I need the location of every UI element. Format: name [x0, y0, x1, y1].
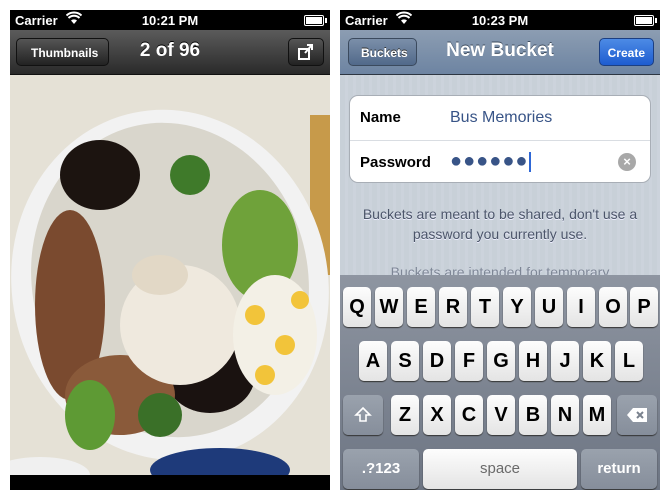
name-label: Name [360, 109, 401, 126]
form-content: Name Bus Memories Password ●●●●●● × Buck… [340, 75, 660, 280]
key-k[interactable]: K [583, 341, 611, 381]
key-e[interactable]: E [407, 287, 435, 327]
password-label: Password [360, 154, 431, 171]
return-key[interactable]: return [581, 449, 657, 489]
password-mask: ●●●●●● [450, 150, 529, 172]
clear-icon[interactable]: × [618, 153, 636, 171]
navigation-bar: Buckets New Bucket Create [340, 30, 660, 75]
name-row[interactable]: Name Bus Memories [350, 96, 650, 139]
key-j[interactable]: J [551, 341, 579, 381]
key-s[interactable]: S [391, 341, 419, 381]
password-field[interactable]: ●●●●●● [450, 150, 532, 173]
key-v[interactable]: V [487, 395, 515, 435]
key-i[interactable]: I [567, 287, 595, 327]
password-row[interactable]: Password ●●●●●● × [350, 140, 650, 184]
battery-icon [304, 15, 327, 26]
delete-icon [627, 408, 647, 422]
key-m[interactable]: M [583, 395, 611, 435]
key-h[interactable]: H [519, 341, 547, 381]
key-q[interactable]: Q [343, 287, 371, 327]
key-x[interactable]: X [423, 395, 451, 435]
key-f[interactable]: F [455, 341, 483, 381]
shift-key[interactable] [343, 395, 383, 435]
bucket-form: Name Bus Memories Password ●●●●●● × [349, 95, 651, 183]
key-r[interactable]: R [439, 287, 467, 327]
key-w[interactable]: W [375, 287, 403, 327]
numbers-key[interactable]: .?123 [343, 449, 419, 489]
password-hint: Buckets are meant to be shared, don't us… [362, 206, 638, 242]
battery-icon [634, 15, 657, 26]
key-d[interactable]: D [423, 341, 451, 381]
key-t[interactable]: T [471, 287, 499, 327]
export-button[interactable] [288, 38, 324, 66]
time-label: 10:23 PM [471, 13, 529, 28]
key-n[interactable]: N [551, 395, 579, 435]
space-key[interactable]: space [423, 449, 577, 489]
status-bar: Carrier 10:21 PM [10, 10, 330, 30]
keyboard: Q W E R T Y U I O P A S D F G H J K L Z … [340, 275, 660, 490]
delete-key[interactable] [617, 395, 657, 435]
create-button[interactable]: Create [598, 38, 654, 66]
key-y[interactable]: Y [503, 287, 531, 327]
photo-view[interactable] [10, 75, 330, 475]
shift-icon [354, 406, 372, 422]
text-cursor [529, 151, 532, 172]
photo-counter-title: 2 of 96 [139, 40, 201, 61]
bottom-strip [10, 475, 330, 490]
export-icon [298, 44, 313, 60]
key-l[interactable]: L [615, 341, 643, 381]
photo-icon [10, 75, 330, 475]
status-bar: Carrier 10:23 PM [340, 10, 660, 30]
key-o[interactable]: O [599, 287, 627, 327]
key-a[interactable]: A [359, 341, 387, 381]
key-g[interactable]: G [487, 341, 515, 381]
time-label: 10:21 PM [141, 13, 199, 28]
key-b[interactable]: B [519, 395, 547, 435]
new-bucket-screen: Carrier 10:23 PM Buckets New Bucket Crea… [340, 10, 660, 490]
key-c[interactable]: C [455, 395, 483, 435]
key-z[interactable]: Z [391, 395, 419, 435]
navigation-bar: Thumbnails 2 of 96 [10, 30, 330, 75]
key-p[interactable]: P [630, 287, 658, 327]
name-field[interactable]: Bus Memories [450, 109, 552, 127]
key-u[interactable]: U [535, 287, 563, 327]
photo-viewer-screen: Carrier 10:21 PM Thumbnails 2 of 96 [10, 10, 330, 490]
